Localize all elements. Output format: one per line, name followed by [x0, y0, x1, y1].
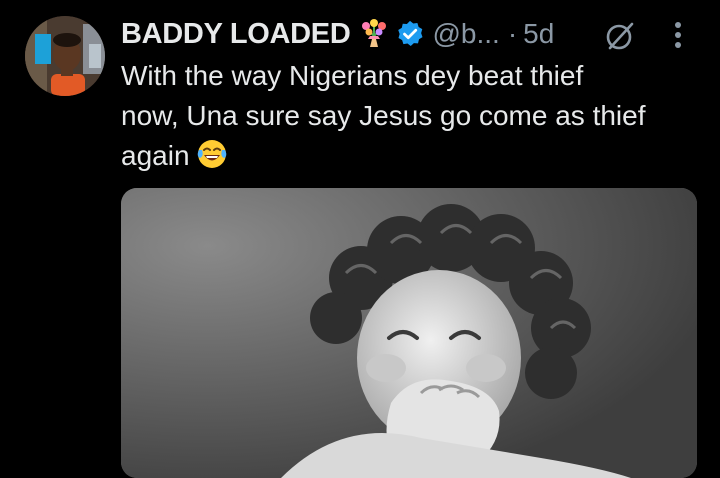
separator-dot: · [507, 18, 518, 49]
grok-icon[interactable] [604, 20, 636, 52]
tweet-header: BADDY LOADED @b... · 5d [121, 14, 554, 54]
face-with-tears-of-joy-icon [196, 138, 228, 170]
tweet-text-line-content: again [121, 140, 190, 171]
avatar[interactable] [25, 16, 105, 96]
author-display-name[interactable]: BADDY LOADED [121, 18, 351, 51]
avatar-photo [25, 16, 105, 96]
tweet-text: With the way Nigerians dey beat thief no… [121, 56, 711, 176]
tweet-timestamp[interactable]: 5d [523, 18, 554, 50]
more-options-icon[interactable] [668, 18, 688, 52]
tweet-text-line: With the way Nigerians dey beat thief [121, 60, 584, 91]
tweet[interactable]: BADDY LOADED @b... · 5d With the way Nig… [0, 0, 720, 478]
bouquet-icon [359, 19, 389, 49]
tweet-media[interactable] [121, 188, 697, 478]
tweet-text-line: now, Una sure say Jesus go come as thief [121, 100, 646, 131]
author-handle[interactable]: @b... [433, 18, 500, 50]
verified-badge-icon[interactable] [395, 19, 425, 49]
tweet-text-line-last: again [121, 136, 711, 176]
laughing-child-image [121, 188, 697, 478]
